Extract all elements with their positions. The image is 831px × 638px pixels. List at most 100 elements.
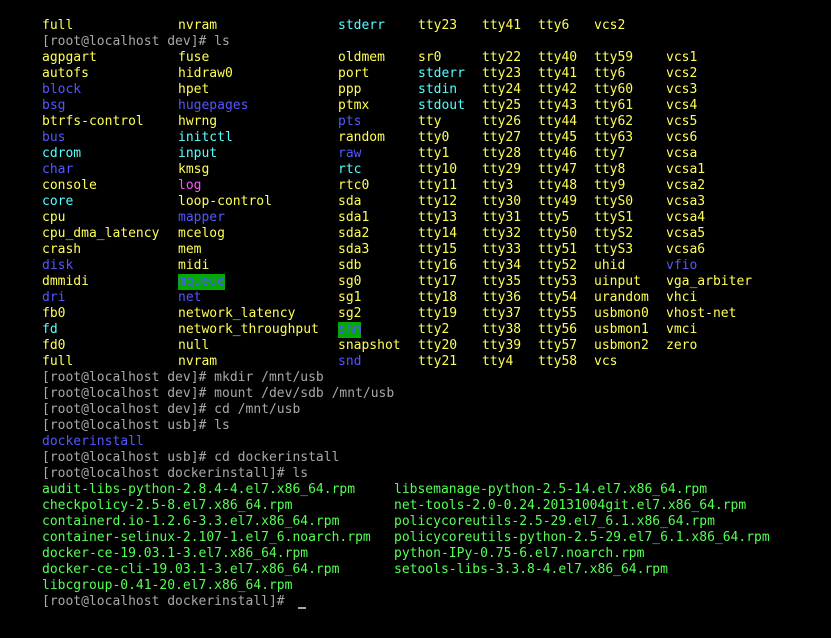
terminal-screen[interactable]: full nvram stderr tty23 tty41 tty6 vcs2 … <box>0 0 831 638</box>
dev-listing-row: console log rtc0 tty11 tty3 tty48 tty9 vcsa2 <box>0 178 831 194</box>
dev-entry: vcsa6 <box>666 242 706 257</box>
dev-entry: tty33 <box>482 242 522 257</box>
dev-entry: vcs6 <box>666 130 698 145</box>
dev-entry: hpet <box>178 82 210 97</box>
dev-entry: tty42 <box>538 82 578 97</box>
dev-entry: tty30 <box>482 194 522 209</box>
dev-entry: tty1 <box>418 146 450 161</box>
rpm-listing-row: docker-ce-cli-19.03.1-3.el7.x86_64.rpm se… <box>0 562 831 578</box>
dev-entry: sg2 <box>338 306 362 321</box>
dev-entry: nvram <box>178 18 218 33</box>
rpm-file-entry: python-IPy-0.75-6.el7.noarch.rpm <box>394 546 645 561</box>
dev-entry: stdin <box>418 82 458 97</box>
dev-entry: bus <box>42 130 66 145</box>
dev-entry: pts <box>338 114 362 129</box>
dev-entry: tty49 <box>538 194 578 209</box>
dev-entry: tty29 <box>482 162 522 177</box>
dev-entry: initctl <box>178 130 233 145</box>
dev-entry: vcsa3 <box>666 194 706 209</box>
dev-entry: tty21 <box>418 354 458 369</box>
dev-entry: core <box>42 194 74 209</box>
usb-listing-line: dockerinstall <box>0 434 831 450</box>
dev-listing-row: disk midi sdb tty16 tty34 tty52 uhid vfio <box>0 258 831 274</box>
dev-listing-partial-row: full nvram stderr tty23 tty41 tty6 vcs2 <box>0 18 831 34</box>
dev-entry: sda1 <box>338 210 370 225</box>
prompt-text: [root@localhost dockerinstall]# ls <box>42 466 309 481</box>
dev-entry: tty35 <box>482 274 522 289</box>
dev-entry: vhost-net <box>666 306 737 321</box>
dev-entry: tty46 <box>538 146 578 161</box>
shell-prompt-line: [root@localhost dockerinstall]# ls <box>0 466 831 482</box>
dev-entry: tty50 <box>538 226 578 241</box>
dev-entry: tty62 <box>594 114 634 129</box>
dev-listing-row: btrfs-control hwrng pts tty tty26 tty44 tty62 v… <box>0 114 831 130</box>
dev-entry: sda3 <box>338 242 370 257</box>
dev-entry: tty17 <box>418 274 458 289</box>
dev-entry: full <box>42 354 74 369</box>
dev-entry: dmmidi <box>42 274 89 289</box>
dev-entry: tty13 <box>418 210 458 225</box>
dev-listing-row: agpgart fuse oldmem sr0 tty22 tty40 tty59 vcs1 <box>0 50 831 66</box>
dev-listing-row: cpu_dma_latency mcelog sda2 tty14 tty32 tty50… <box>0 226 831 242</box>
dev-entry: vcs4 <box>666 98 698 113</box>
dev-entry: tty41 <box>482 18 522 33</box>
dev-entry: tty51 <box>538 242 578 257</box>
dev-entry: tty2 <box>418 322 450 337</box>
dev-listing-row: core loop-control sda tty12 tty30 tty49 ttyS0 v… <box>0 194 831 210</box>
rpm-listing-row: checkpolicy-2.5-8.el7.x86_64.rpm net-tool… <box>0 498 831 514</box>
dev-entry: rtc0 <box>338 178 370 193</box>
dev-entry: stdout <box>418 98 465 113</box>
dev-entry: dri <box>42 290 66 305</box>
dev-entry: uinput <box>594 274 641 289</box>
rpm-file-entry: container-selinux-2.107-1.el7_6.noarch.r… <box>42 530 371 545</box>
dev-listing-row: fd network_throughput shm tty2 tty38 tty56 usb… <box>0 322 831 338</box>
shell-prompt-line: [root@localhost dev]# ls <box>0 34 831 50</box>
dev-entry: vcsa2 <box>666 178 706 193</box>
dev-entry: tty3 <box>482 178 514 193</box>
dev-entry: cdrom <box>42 146 82 161</box>
dev-entry: sda <box>338 194 362 209</box>
directory-entry: dockerinstall <box>42 434 144 449</box>
rpm-listing-row: libcgroup-0.41-20.el7.x86_64.rpm <box>0 578 831 594</box>
dev-entry: mem <box>178 242 202 257</box>
dev-entry: stderr <box>338 18 385 33</box>
dev-entry: tty20 <box>418 338 458 353</box>
prompt-text: [root@localhost dockerinstall]# <box>42 594 293 609</box>
dev-entry: tty8 <box>594 162 626 177</box>
dev-entry: usbmon0 <box>594 306 649 321</box>
dev-entry: vfio <box>666 258 698 273</box>
dev-entry: char <box>42 162 74 177</box>
dev-entry: tty6 <box>594 66 626 81</box>
dev-entry: midi <box>178 258 210 273</box>
rpm-file-entry: docker-ce-cli-19.03.1-3.el7.x86_64.rpm <box>42 562 340 577</box>
dev-entry: tty26 <box>482 114 522 129</box>
dev-entry: tty25 <box>482 98 522 113</box>
shell-prompt-line: [root@localhost usb]# cd dockerinstall <box>0 450 831 466</box>
shell-prompt-line: [root@localhost dev]# cd /mnt/usb <box>0 402 831 418</box>
rpm-file-entry: net-tools-2.0-0.24.20131004git.el7.x86_6… <box>394 498 747 513</box>
dev-entry: vga_arbiter <box>666 274 753 289</box>
dev-entry: uhid <box>594 258 626 273</box>
dev-listing-row: fb0 network_latency sg2 tty19 tty37 tty55 usbm… <box>0 306 831 322</box>
dev-entry: tty15 <box>418 242 458 257</box>
dev-entry: tty52 <box>538 258 578 273</box>
dev-entry: tty31 <box>482 210 522 225</box>
dev-listing-row: cdrom input raw tty1 tty28 tty46 tty7 vcsa <box>0 146 831 162</box>
dev-entry: kmsg <box>178 162 210 177</box>
dev-entry: fd <box>42 322 58 337</box>
prompt-text: [root@localhost dev]# cd /mnt/usb <box>42 402 301 417</box>
dev-entry: sg1 <box>338 290 362 305</box>
dev-entry: rtc <box>338 162 362 177</box>
dev-entry: tty4 <box>482 354 514 369</box>
active-prompt-line[interactable]: [root@localhost dockerinstall]# <box>0 594 831 610</box>
dev-entry: zero <box>666 338 698 353</box>
dev-entry: urandom <box>594 290 649 305</box>
dev-entry: tty5 <box>538 210 570 225</box>
dev-entry: sg0 <box>338 274 362 289</box>
rpm-listing-row: container-selinux-2.107-1.el7_6.noarch.r… <box>0 530 831 546</box>
dev-entry: tty63 <box>594 130 634 145</box>
dev-entry: tty22 <box>482 50 522 65</box>
dev-entry: vcs3 <box>666 82 698 97</box>
dev-entry: tty23 <box>482 66 522 81</box>
dev-entry: tty28 <box>482 146 522 161</box>
